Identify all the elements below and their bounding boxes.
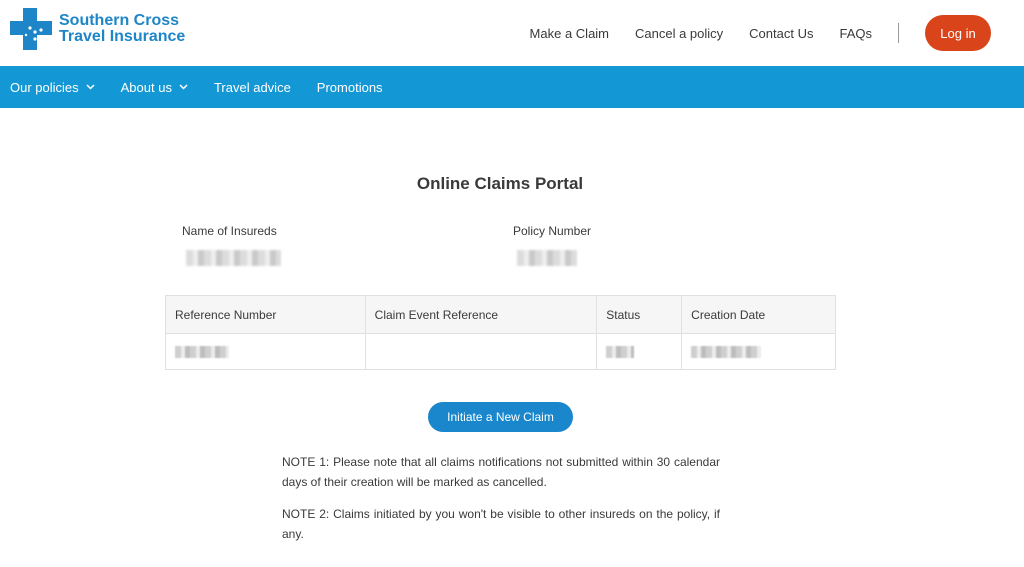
nav-promotions[interactable]: Promotions (317, 80, 383, 95)
reference-number-cell[interactable] (165, 333, 366, 370)
login-button[interactable]: Log in (925, 15, 991, 51)
faqs-link[interactable]: FAQs (839, 26, 872, 41)
note-1: NOTE 1: Please note that all claims noti… (282, 455, 720, 489)
claim-event-reference-cell (364, 333, 598, 370)
cancel-policy-link[interactable]: Cancel a policy (635, 26, 723, 41)
col-status: Status (596, 295, 683, 334)
contact-us-link[interactable]: Contact Us (749, 26, 813, 41)
top-header: Southern Cross Travel Insurance Make a C… (0, 0, 1024, 66)
initiate-new-claim-button[interactable]: Initiate a New Claim (428, 402, 573, 432)
reference-number-redacted (175, 346, 229, 359)
nav-our-policies[interactable]: Our policies (10, 80, 95, 95)
policy-number-value-redacted (517, 250, 577, 266)
nav-about-us[interactable]: About us (121, 80, 188, 95)
col-claim-event-reference: Claim Event Reference (364, 295, 598, 334)
cross-logo-icon (10, 8, 52, 50)
creation-date-cell (681, 333, 836, 370)
brand-line-1: Southern Cross (59, 12, 180, 29)
col-reference-number: Reference Number (165, 295, 366, 334)
note-2: NOTE 2: Claims initiated by you won't be… (282, 507, 720, 541)
nav-promotions-label: Promotions (316, 79, 383, 95)
claims-table: Reference Number Claim Event Reference S… (165, 295, 836, 370)
creation-date-redacted (691, 346, 762, 359)
top-nav: Make a Claim Cancel a policy Contact Us … (530, 0, 1024, 66)
brand-logo[interactable]: Southern Cross Travel Insurance (10, 8, 185, 50)
insured-name-value-redacted (186, 250, 281, 266)
col-creation-date: Creation Date (681, 295, 836, 334)
insured-name-label: Name of Insureds (182, 224, 277, 238)
policy-number-label: Policy Number (513, 224, 592, 238)
nav-our-policies-label: Our policies (10, 79, 79, 95)
status-cell (596, 333, 683, 370)
nav-travel-advice[interactable]: Travel advice (214, 80, 291, 95)
table-header-row: Reference Number Claim Event Reference S… (165, 295, 836, 334)
nav-divider (898, 23, 899, 43)
brand-name: Southern Cross Travel Insurance (59, 13, 185, 45)
table-row[interactable] (165, 333, 836, 370)
chevron-down-icon (86, 84, 95, 90)
make-claim-link[interactable]: Make a Claim (530, 26, 609, 41)
brand-line-2: Travel Insurance (59, 28, 186, 45)
main-nav: Our policies About us Travel advice Prom… (0, 66, 1024, 108)
chevron-down-icon (179, 84, 188, 90)
nav-travel-advice-label: Travel advice (213, 79, 291, 95)
status-redacted (606, 346, 635, 359)
page-title: Online Claims Portal (416, 174, 584, 193)
nav-about-us-label: About us (120, 79, 172, 95)
